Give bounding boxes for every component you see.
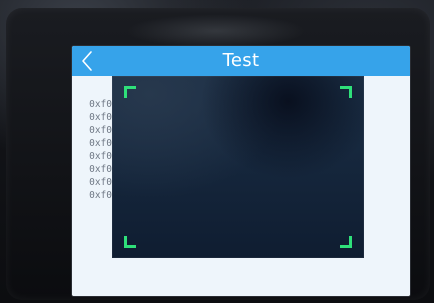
content-area: 0xf0 0xf0 0xf0 0xf0 0xf0 0xf0 0xf0 0xf0 [72,76,410,296]
frame-corner-top-right [340,86,352,98]
hex-line: 0xf0 [89,138,112,149]
hex-line: 0xf0 [89,125,112,136]
frame-corner-bottom-left [124,236,136,248]
hex-line: 0xf0 [89,151,112,162]
title-bar: Test [72,46,410,76]
page-title: Test [222,50,260,71]
frame-corner-top-left [124,86,136,98]
frame-corner-bottom-right [340,236,352,248]
hex-line: 0xf0 [89,177,112,188]
hex-line: 0xf0 [89,190,112,201]
hex-line: 0xf0 [89,164,112,175]
screen-glare [126,14,306,48]
right-panel [364,76,410,258]
hex-line: 0xf0 [89,112,112,123]
device-screen: Test 0xf0 0xf0 0xf0 0xf0 0xf0 0xf0 0xf0 … [72,46,410,296]
hex-line: 0xf0 [89,99,112,110]
device-photo: Test 0xf0 0xf0 0xf0 0xf0 0xf0 0xf0 0xf0 … [0,0,434,303]
device-body: Test 0xf0 0xf0 0xf0 0xf0 0xf0 0xf0 0xf0 … [6,8,430,300]
hex-lines-panel: 0xf0 0xf0 0xf0 0xf0 0xf0 0xf0 0xf0 0xf0 [74,98,112,208]
camera-preview [112,76,364,258]
